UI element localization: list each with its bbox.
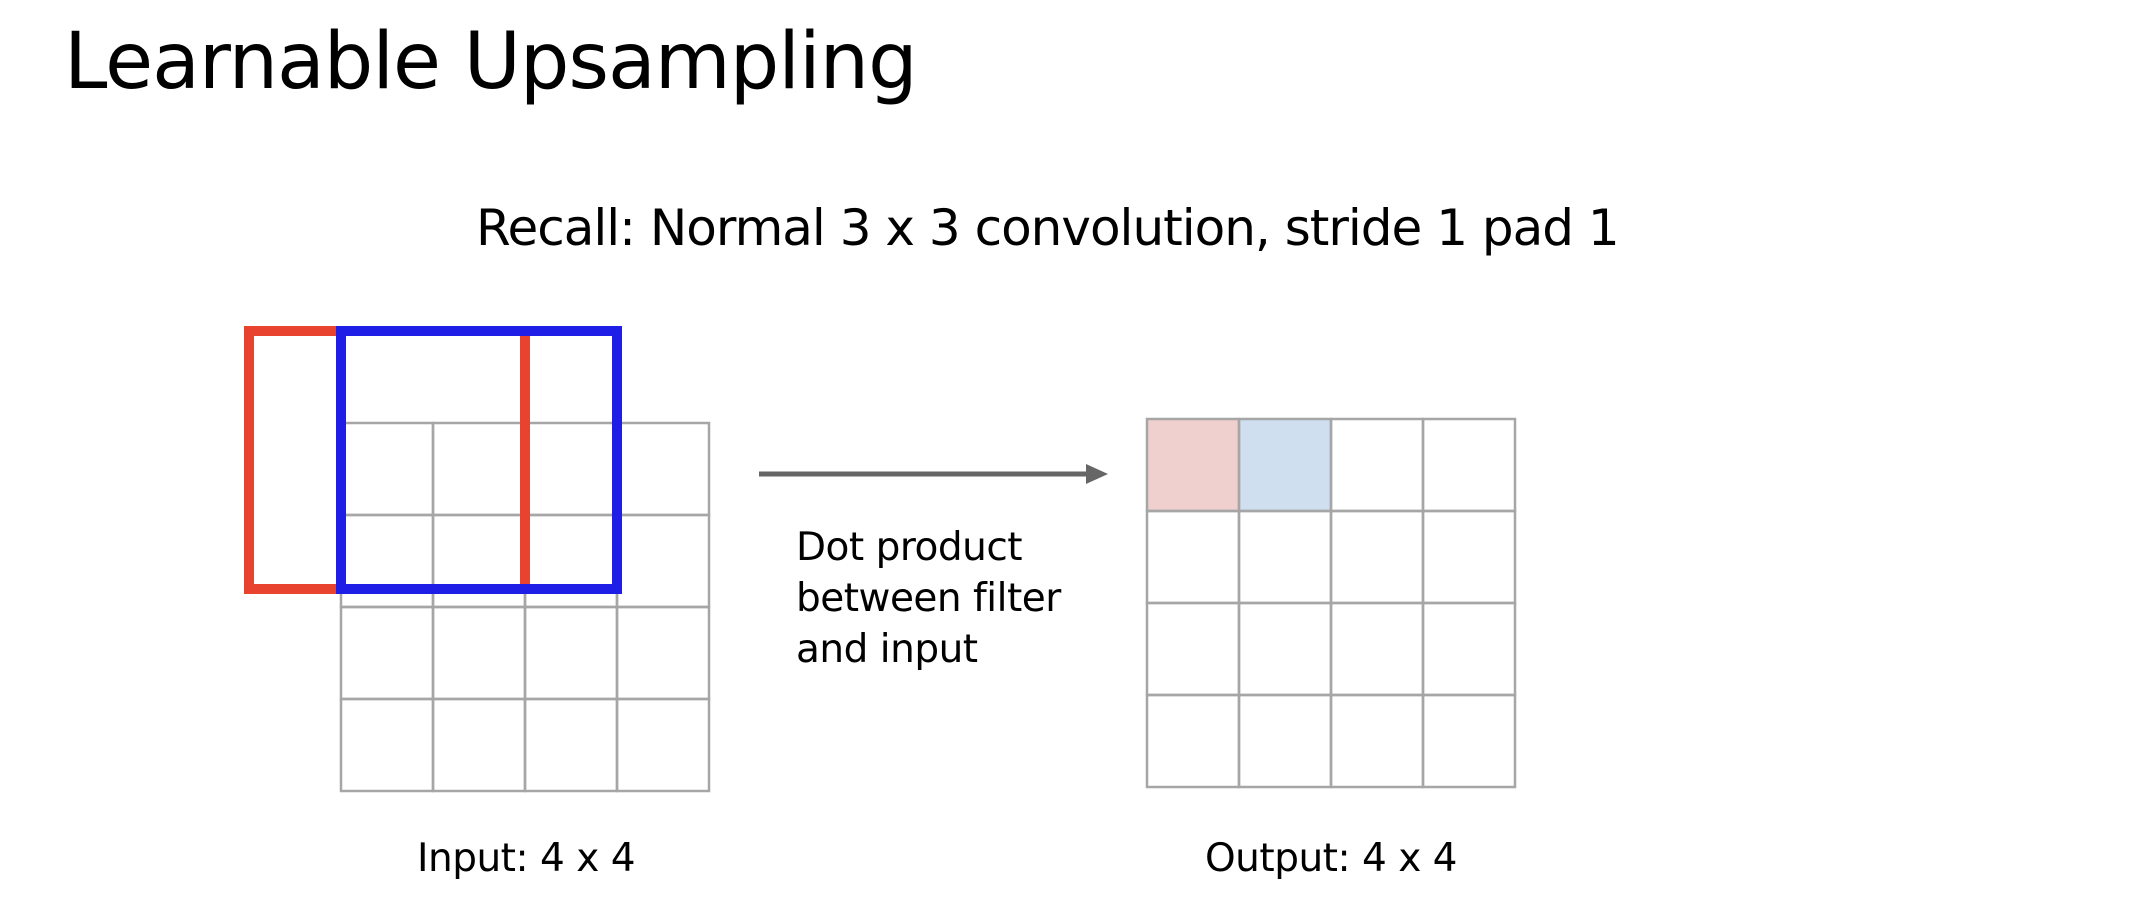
grid-cell: [1145, 509, 1241, 605]
grid-cell: [339, 605, 435, 701]
grid-cell: [1237, 693, 1333, 789]
grid-cell: [431, 605, 527, 701]
grid-cell: [615, 421, 711, 517]
grid-cell: [615, 605, 711, 701]
caption-line: between filter: [796, 576, 1061, 621]
highlighted-output-cell: [1239, 419, 1331, 511]
dot-product-caption: Dot product between filter and input: [796, 522, 1061, 675]
grid-cell: [431, 697, 527, 793]
grid-cell: [1421, 693, 1517, 789]
grid-cell: [1421, 601, 1517, 697]
arrow-head: [1086, 464, 1108, 484]
output-grid: [1145, 417, 1517, 789]
caption-line: and input: [796, 627, 978, 672]
grid-cell: [1329, 601, 1425, 697]
grid-cell: [1329, 693, 1425, 789]
first-filter-window: [244, 326, 530, 594]
second-filter-window: [336, 326, 622, 594]
output-grid-label: Output: 4 x 4: [1204, 836, 1458, 881]
grid-cell: [523, 605, 619, 701]
grid-cell: [1329, 417, 1425, 513]
input-grid-label: Input: 4 x 4: [416, 836, 636, 881]
grid-cell: [1421, 509, 1517, 605]
grid-cell: [339, 697, 435, 793]
grid-cell: [339, 421, 435, 517]
grid-cell: [1237, 601, 1333, 697]
grid-cell: [1421, 417, 1517, 513]
grid-cell: [1145, 601, 1241, 697]
grid-cell: [615, 697, 711, 793]
grid-cell: [523, 421, 619, 517]
grid-cell: [615, 513, 711, 609]
grid-cell: [1237, 509, 1333, 605]
grid-cell: [1329, 509, 1425, 605]
convolution-diagram: [244, 326, 1517, 793]
caption-line: Dot product: [796, 525, 1023, 570]
grid-cell: [1145, 693, 1241, 789]
arrow: [759, 464, 1108, 484]
grid-cell: [523, 697, 619, 793]
highlighted-output-cell: [1147, 419, 1239, 511]
grid-cell: [431, 421, 527, 517]
